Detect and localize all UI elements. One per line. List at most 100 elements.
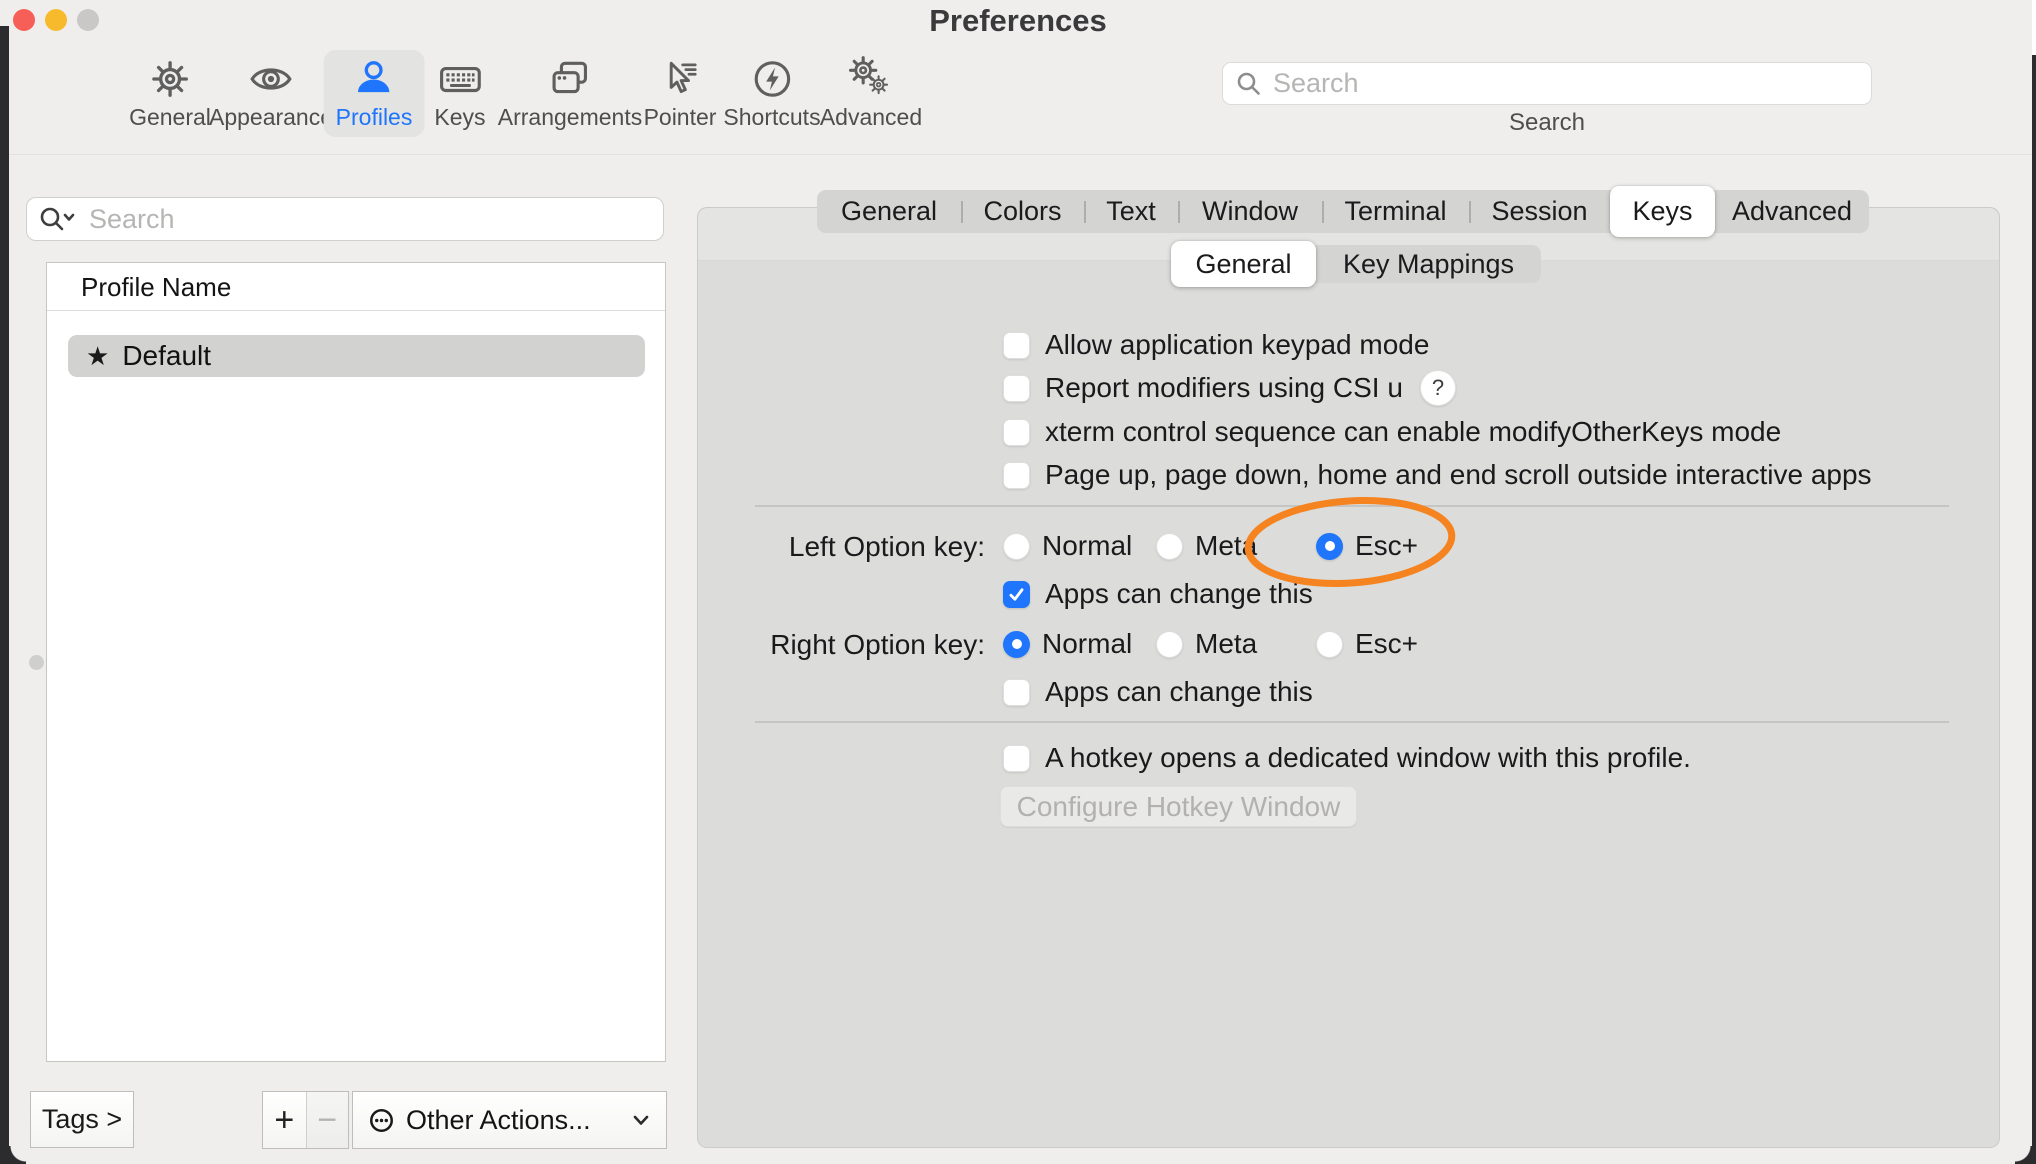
chevron-down-icon — [632, 1113, 650, 1127]
tab-window[interactable]: Window — [1178, 190, 1322, 233]
eye-icon — [248, 56, 294, 102]
keyboard-icon — [437, 56, 483, 102]
window-edge — [2032, 55, 2036, 1164]
right-option-key-label: Right Option key: — [697, 629, 985, 661]
toolbar-label: Profiles — [336, 104, 413, 131]
profile-list-header: Profile Name — [47, 263, 665, 311]
radio-right-meta[interactable]: Meta — [1156, 629, 1257, 659]
zoom-window-button[interactable] — [77, 9, 99, 31]
row-right-apps-can-change: Apps can change this — [1003, 677, 1313, 707]
toolbar-label: Arrangements — [498, 104, 642, 131]
cursor-icon — [657, 56, 703, 102]
radio-left-normal[interactable]: Normal — [1003, 531, 1132, 561]
toolbar-item-profiles[interactable]: Profiles — [324, 50, 425, 137]
toolbar-label: Advanced — [820, 104, 922, 131]
tab-session[interactable]: Session — [1469, 190, 1610, 233]
tags-button-label: Tags > — [42, 1104, 122, 1135]
minus-icon: − — [317, 1101, 337, 1140]
search-icon — [1235, 70, 1263, 98]
default-star-icon: ★ — [86, 341, 109, 372]
search-input[interactable] — [1273, 68, 1859, 99]
add-profile-button[interactable]: + — [263, 1092, 306, 1148]
window-corner — [8, 1146, 26, 1164]
row-page-scroll: Page up, page down, home and end scroll … — [1003, 460, 1872, 490]
tab-text[interactable]: Text — [1084, 190, 1178, 233]
profile-search-input[interactable] — [89, 204, 653, 235]
toolbar-search-field[interactable] — [1222, 62, 1872, 105]
toolbar-label: Appearance — [209, 104, 333, 131]
configure-hotkey-window-button[interactable]: Configure Hotkey Window — [1000, 786, 1357, 827]
tags-button[interactable]: Tags > — [30, 1091, 134, 1148]
toolbar-label: Keys — [434, 104, 485, 131]
radio-circle — [1316, 631, 1343, 658]
profile-list: Profile Name ★ Default — [46, 262, 666, 1062]
windows-icon — [547, 56, 593, 102]
checkbox-label: A hotkey opens a dedicated window with t… — [1045, 742, 1691, 774]
subtab-general[interactable]: General — [1171, 241, 1316, 287]
row-hotkey-window: A hotkey opens a dedicated window with t… — [1003, 743, 1691, 773]
toolbar-divider — [9, 154, 2033, 155]
row-left-apps-can-change: Apps can change this — [1003, 579, 1313, 609]
radio-right-esc[interactable]: Esc+ — [1316, 629, 1418, 659]
checkbox-hotkey-window[interactable] — [1003, 745, 1030, 772]
checkbox-modify-other-keys[interactable] — [1003, 419, 1030, 446]
radio-label: Normal — [1042, 628, 1132, 660]
checkbox-csi-u[interactable] — [1003, 375, 1030, 402]
window-corner — [2015, 1146, 2033, 1164]
person-icon — [351, 56, 397, 102]
pane-divider-dot — [29, 655, 44, 670]
other-actions-label: Other Actions... — [406, 1105, 591, 1136]
subtab-key-mappings[interactable]: Key Mappings — [1316, 245, 1541, 283]
right-option-radio-group: Normal Meta Esc+ — [1003, 629, 1603, 659]
toolbar-label: Pointer — [644, 104, 717, 131]
toolbar-item-arrangements[interactable]: Arrangements — [486, 50, 654, 137]
add-remove-group: + − — [262, 1091, 349, 1149]
checkbox-right-apps-can-change[interactable] — [1003, 679, 1030, 706]
window-edge — [2032, 0, 2036, 55]
checkbox-label: Apps can change this — [1045, 676, 1313, 708]
checkbox-left-apps-can-change[interactable] — [1003, 581, 1030, 608]
toolbar-search-label: Search — [1222, 109, 1872, 137]
tab-terminal[interactable]: Terminal — [1322, 190, 1469, 233]
profile-row-default[interactable]: ★ Default — [68, 335, 645, 377]
radio-left-meta[interactable]: Meta — [1156, 531, 1257, 561]
radio-left-esc[interactable]: Esc+ — [1316, 531, 1418, 561]
tab-general[interactable]: General — [817, 190, 961, 233]
radio-circle — [1156, 631, 1183, 658]
plus-icon: + — [274, 1101, 294, 1140]
window-title: Preferences — [929, 3, 1107, 39]
close-window-button[interactable] — [13, 9, 35, 31]
tab-advanced[interactable]: Advanced — [1715, 190, 1869, 233]
remove-profile-button[interactable]: − — [306, 1092, 349, 1148]
minimize-window-button[interactable] — [45, 9, 67, 31]
window-edge — [0, 26, 9, 1164]
row-keypad-mode: Allow application keypad mode — [1003, 330, 1429, 360]
checkbox-label: Page up, page down, home and end scroll … — [1045, 459, 1872, 491]
checkbox-label: Apps can change this — [1045, 578, 1313, 610]
radio-circle — [1003, 533, 1030, 560]
ellipsis-circle-icon — [369, 1108, 394, 1133]
toolbar-label: Shortcuts — [723, 104, 820, 131]
check-icon — [1007, 585, 1026, 604]
radio-circle — [1156, 533, 1183, 560]
checkbox-page-scroll[interactable] — [1003, 462, 1030, 489]
left-option-radio-group: Normal Meta Esc+ — [1003, 531, 1603, 561]
radio-right-normal[interactable]: Normal — [1003, 629, 1132, 659]
checkbox-keypad-mode[interactable] — [1003, 332, 1030, 359]
preferences-window: Preferences General Appearance Profiles — [0, 0, 2036, 1164]
help-button[interactable]: ? — [1420, 370, 1456, 406]
left-option-key-label: Left Option key: — [697, 531, 985, 563]
other-actions-dropdown[interactable]: Other Actions... — [352, 1091, 667, 1149]
tab-colors[interactable]: Colors — [961, 190, 1084, 233]
checkbox-label: Allow application keypad mode — [1045, 329, 1429, 361]
configure-hotkey-label: Configure Hotkey Window — [1017, 791, 1341, 823]
profile-search-field[interactable] — [26, 197, 664, 241]
checkbox-label: xterm control sequence can enable modify… — [1045, 416, 1781, 448]
tab-keys[interactable]: Keys — [1610, 186, 1715, 237]
bolt-icon — [749, 56, 795, 102]
radio-label: Esc+ — [1355, 628, 1418, 660]
checkbox-label: Report modifiers using CSI u — [1045, 372, 1403, 404]
radio-label: Esc+ — [1355, 530, 1418, 562]
toolbar-item-advanced[interactable]: Advanced — [808, 50, 934, 137]
row-modify-other-keys: xterm control sequence can enable modify… — [1003, 417, 1781, 447]
